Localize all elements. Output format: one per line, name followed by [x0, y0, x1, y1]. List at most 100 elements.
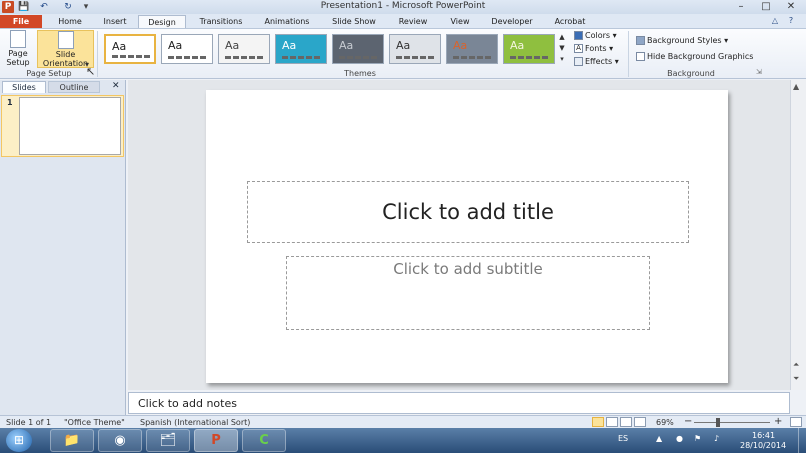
tab-outline[interactable]: Outline: [48, 81, 100, 93]
language-status[interactable]: Spanish (International Sort): [140, 418, 250, 427]
reading-view-button[interactable]: [620, 417, 632, 427]
slide-count-status: Slide 1 of 1: [6, 418, 52, 427]
taskbar-folder[interactable]: 🗂: [146, 429, 190, 452]
volume-icon[interactable]: ♪: [714, 434, 719, 443]
maximize-button[interactable]: □: [755, 0, 777, 13]
zoom-out-button[interactable]: −: [684, 416, 692, 427]
input-language-indicator[interactable]: ES: [618, 434, 628, 443]
slide-show-view-button[interactable]: [634, 417, 646, 427]
tab-acrobat[interactable]: Acrobat: [544, 15, 596, 28]
theme-thumbnail[interactable]: Aa: [446, 34, 498, 64]
tab-animations[interactable]: Animations: [256, 15, 318, 28]
slide-thumbnail-item[interactable]: 1: [1, 95, 124, 157]
themes-scroll[interactable]: ▲ ▼ ▾: [557, 32, 567, 66]
slide-orientation-label: Slide Orientation: [42, 50, 89, 68]
theme-thumbnail[interactable]: Aa: [104, 34, 156, 64]
subtitle-placeholder[interactable]: Click to add subtitle: [286, 256, 650, 330]
tab-developer[interactable]: Developer: [484, 15, 540, 28]
show-desktop-button[interactable]: [798, 428, 806, 453]
start-button[interactable]: ⊞: [6, 429, 32, 452]
tray-arrow-icon[interactable]: ▲: [656, 434, 662, 443]
colors-button[interactable]: Colors ▾: [574, 31, 617, 40]
theme-color-bars: [112, 55, 150, 58]
tab-design[interactable]: Design: [138, 15, 186, 28]
fit-to-window-button[interactable]: [790, 417, 802, 427]
slide-number: 1: [7, 98, 13, 107]
background-styles-button[interactable]: Background Styles ▾: [636, 36, 728, 45]
theme-thumbnail[interactable]: Aa: [218, 34, 270, 64]
zoom-slider-thumb[interactable]: [716, 418, 720, 427]
background-styles-label: Background Styles: [647, 36, 722, 45]
normal-view-button[interactable]: [592, 417, 604, 427]
zoom-in-button[interactable]: +: [774, 416, 782, 427]
close-icon[interactable]: ✕: [112, 81, 120, 91]
tab-slide-show[interactable]: Slide Show: [322, 15, 386, 28]
theme-thumbnail[interactable]: Aa: [161, 34, 213, 64]
theme-sample-text: Aa: [168, 39, 183, 52]
theme-color-bars: [225, 56, 263, 59]
page-setup-group-label: Page Setup: [26, 69, 72, 78]
theme-color-bars: [510, 56, 548, 59]
zoom-slider[interactable]: [694, 422, 770, 423]
theme-sample-text: Aa: [112, 40, 127, 53]
clock-time[interactable]: 16:41: [752, 431, 775, 440]
tab-slides[interactable]: Slides: [2, 81, 46, 93]
theme-status: "Office Theme": [64, 418, 125, 427]
theme-sample-text: Aa: [510, 39, 525, 52]
colors-label: Colors: [585, 31, 611, 40]
effects-button[interactable]: Effects ▾: [574, 57, 619, 66]
themes-group-label: Themes: [344, 69, 376, 78]
help-icon[interactable]: ?: [786, 16, 796, 26]
theme-color-bars: [168, 56, 206, 59]
taskbar-chrome[interactable]: ◉: [98, 429, 142, 452]
windows-taskbar: ⊞ 📁 ◉ 🗂 P C ES ▲ ● ⚑ ♪ 16:41 28/10/2014: [0, 428, 806, 453]
slide-thumbnail[interactable]: [19, 97, 121, 155]
theme-thumbnail[interactable]: Aa: [332, 34, 384, 64]
zoom-level[interactable]: 69%: [656, 418, 674, 427]
ribbon-tab-bar: File Home Insert Design Transitions Anim…: [0, 14, 806, 28]
minimize-button[interactable]: –: [730, 0, 752, 13]
close-button[interactable]: ✕: [780, 0, 802, 13]
page-setup-button[interactable]: Page Setup: [4, 30, 32, 68]
taskbar-camtasia[interactable]: C: [242, 429, 286, 452]
window-title: Presentation1 - Microsoft PowerPoint: [320, 1, 486, 11]
theme-thumbnail[interactable]: Aa: [275, 34, 327, 64]
minimize-ribbon-icon[interactable]: △: [770, 16, 780, 26]
hide-background-graphics-label: Hide Background Graphics: [647, 52, 754, 61]
vertical-scrollbar[interactable]: ▲ ⏶ ⏷: [790, 80, 806, 390]
tab-review[interactable]: Review: [390, 15, 436, 28]
background-styles-icon: [636, 36, 645, 45]
flag-icon[interactable]: ⚑: [694, 434, 701, 443]
tab-home[interactable]: Home: [48, 15, 92, 28]
slide-orientation-icon: [57, 31, 74, 49]
theme-sample-text: Aa: [339, 39, 354, 52]
theme-sample-text: Aa: [282, 39, 297, 52]
tab-insert[interactable]: Insert: [94, 15, 136, 28]
theme-color-bars: [453, 56, 491, 59]
hide-background-graphics-checkbox[interactable]: Hide Background Graphics: [636, 52, 753, 61]
next-slide-icon[interactable]: ⏷: [793, 374, 799, 384]
theme-thumbnail[interactable]: Aa: [389, 34, 441, 64]
scroll-up-icon[interactable]: ▲: [793, 82, 799, 91]
notes-pane[interactable]: Click to add notes: [128, 392, 790, 414]
theme-thumbnail[interactable]: Aa: [503, 34, 555, 64]
page-setup-label: Page Setup: [6, 49, 30, 67]
slide-canvas[interactable]: Click to add title Click to add subtitle: [206, 90, 728, 383]
background-group-label: Background: [667, 69, 715, 78]
theme-sample-text: Aa: [396, 39, 411, 52]
slide-sorter-view-button[interactable]: [606, 417, 618, 427]
tab-transitions[interactable]: Transitions: [190, 15, 252, 28]
taskbar-powerpoint[interactable]: P: [194, 429, 238, 452]
network-icon[interactable]: ●: [676, 434, 683, 443]
page-setup-icon: [10, 30, 26, 48]
title-placeholder[interactable]: Click to add title: [247, 181, 689, 243]
previous-slide-icon[interactable]: ⏶: [793, 360, 799, 370]
tab-view[interactable]: View: [440, 15, 480, 28]
taskbar-explorer[interactable]: 📁: [50, 429, 94, 452]
fonts-icon: A: [574, 44, 583, 53]
dialog-launcher-icon[interactable]: ⇲: [756, 68, 762, 76]
fonts-button[interactable]: A Fonts ▾: [574, 44, 613, 53]
tab-file[interactable]: File: [0, 15, 42, 28]
theme-color-bars: [396, 56, 434, 59]
clock-date[interactable]: 28/10/2014: [740, 441, 786, 450]
